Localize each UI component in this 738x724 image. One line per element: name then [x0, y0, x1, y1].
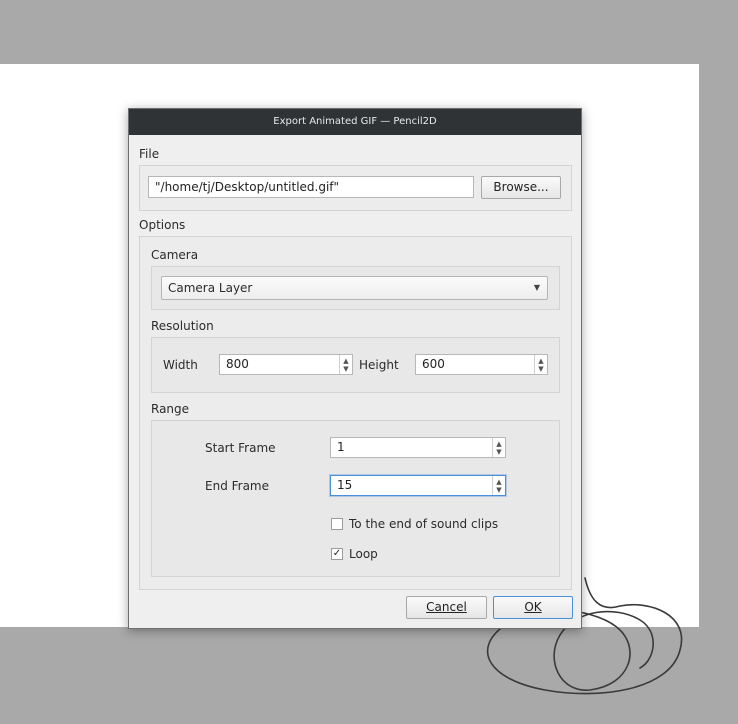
loop-checkbox[interactable]: ✓	[331, 548, 343, 560]
cancel-button[interactable]: Cancel	[406, 596, 487, 619]
width-spinbox[interactable]: 800 ▲ ▼	[219, 354, 353, 375]
options-label: Options	[139, 218, 186, 232]
start-frame-spinbox[interactable]: 1 ▲ ▼	[330, 437, 506, 458]
height-label: Height	[359, 358, 399, 372]
start-frame-label: Start Frame	[205, 441, 276, 455]
spin-arrows-icon[interactable]: ▲ ▼	[492, 438, 505, 457]
end-frame-value: 15	[337, 478, 353, 492]
end-frame-spinbox[interactable]: 15 ▲ ▼	[330, 475, 506, 496]
cancel-button-label: Cancel	[426, 600, 467, 614]
loop-label[interactable]: Loop	[349, 547, 378, 561]
resolution-label: Resolution	[151, 319, 214, 333]
sound-clips-checkbox[interactable]	[331, 518, 343, 530]
height-value: 600	[422, 357, 445, 371]
camera-select[interactable]: Camera Layer ▼	[161, 276, 548, 300]
range-label: Range	[151, 402, 190, 416]
ok-button[interactable]: OK	[493, 596, 573, 619]
file-path-field[interactable]: "/home/tj/Desktop/untitled.gif"	[148, 176, 474, 198]
browse-button[interactable]: Browse...	[481, 176, 561, 199]
chevron-down-icon: ▼	[533, 283, 540, 292]
file-section-label: File	[139, 147, 160, 161]
dialog-title: Export Animated GIF — Pencil2D	[129, 109, 581, 135]
spin-arrows-icon[interactable]: ▲ ▼	[339, 355, 352, 374]
camera-select-value: Camera Layer	[168, 281, 253, 295]
end-frame-label: End Frame	[205, 479, 270, 493]
checkmark-icon: ✓	[332, 548, 342, 559]
spin-arrows-icon[interactable]: ▲ ▼	[492, 476, 505, 495]
export-gif-dialog: Export Animated GIF — Pencil2D File "/ho…	[128, 108, 582, 629]
width-label: Width	[163, 358, 198, 372]
height-spinbox[interactable]: 600 ▲ ▼	[415, 354, 548, 375]
spin-arrows-icon[interactable]: ▲ ▼	[534, 355, 547, 374]
start-frame-value: 1	[337, 440, 345, 454]
sound-clips-label[interactable]: To the end of sound clips	[349, 517, 498, 531]
camera-label: Camera	[151, 248, 199, 262]
ok-button-label: OK	[524, 600, 542, 614]
width-value: 800	[226, 357, 249, 371]
